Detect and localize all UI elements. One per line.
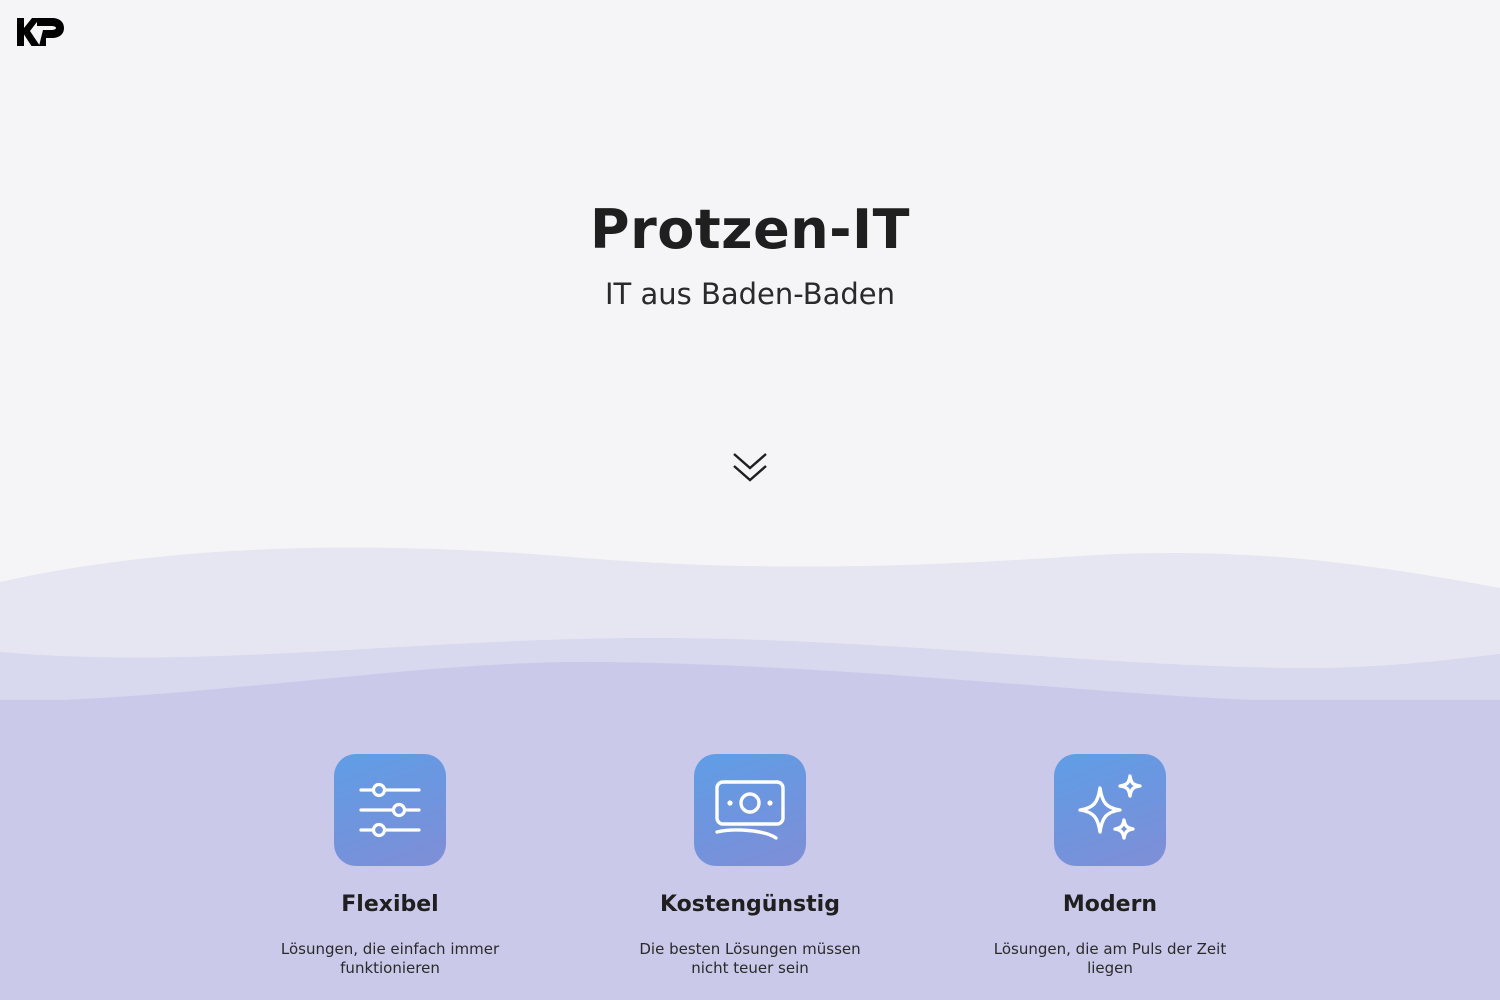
feature-title: Kostengünstig bbox=[660, 892, 840, 917]
banknote-icon bbox=[694, 754, 806, 866]
feature-text: Lösungen, die einfach immer funktioniere… bbox=[280, 940, 500, 977]
feature-text: Die besten Lösungen müssen nicht teuer s… bbox=[639, 940, 861, 977]
landing-page: Protzen-IT IT aus Baden-Baden Flexibel L… bbox=[0, 0, 1500, 1000]
double-chevron-down-icon[interactable] bbox=[730, 448, 770, 488]
decorative-waves bbox=[0, 547, 1500, 720]
page-subtitle: IT aus Baden-Baden bbox=[605, 277, 895, 311]
feature-text: Lösungen, die am Puls der Zeit liegen bbox=[993, 940, 1227, 977]
kp-logo-icon[interactable] bbox=[16, 16, 66, 48]
page-title: Protzen-IT bbox=[590, 198, 910, 261]
sparkles-icon bbox=[1054, 754, 1166, 866]
feature-flexibel: Flexibel Lösungen, die einfach immer fun… bbox=[260, 754, 520, 978]
sliders-icon bbox=[334, 754, 446, 866]
feature-title: Flexibel bbox=[341, 892, 439, 917]
hero-section: Protzen-IT IT aus Baden-Baden bbox=[0, 196, 1500, 314]
feature-title: Modern bbox=[1062, 892, 1158, 917]
feature-modern: Modern Lösungen, die am Puls der Zeit li… bbox=[980, 754, 1240, 978]
feature-kostenguenstig: Kostengünstig Die besten Lösungen müssen… bbox=[620, 754, 880, 978]
features-section: Flexibel Lösungen, die einfach immer fun… bbox=[0, 754, 1500, 1000]
